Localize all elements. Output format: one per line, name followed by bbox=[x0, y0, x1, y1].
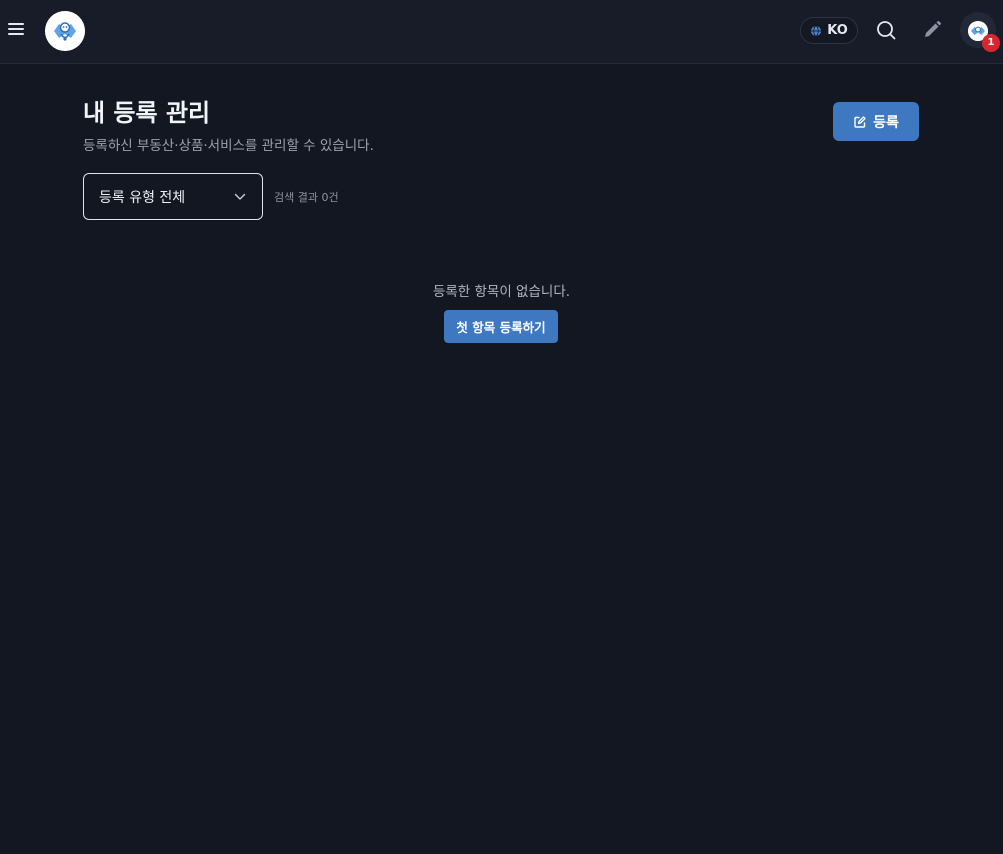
edit-icon bbox=[854, 115, 866, 128]
language-label: KO bbox=[827, 23, 848, 38]
chevron-down-icon bbox=[234, 193, 246, 200]
search-icon[interactable] bbox=[874, 18, 898, 42]
registration-type-select[interactable]: 등록 유형 전체 bbox=[83, 173, 263, 220]
result-count: 검색 결과 0건 bbox=[274, 191, 339, 204]
page-title: 내 등록 관리 bbox=[83, 99, 211, 127]
language-selector[interactable]: KO bbox=[800, 17, 858, 44]
top-bar: KO 1 bbox=[0, 0, 1003, 64]
empty-state-message: 등록한 항목이 없습니다. bbox=[432, 284, 571, 300]
register-button[interactable]: 등록 bbox=[833, 102, 919, 141]
page-subtitle: 등록하신 부동산·상품·서비스를 관리할 수 있습니다. bbox=[83, 138, 374, 154]
globe-icon bbox=[811, 25, 822, 36]
logo-icon[interactable] bbox=[45, 11, 85, 51]
menu-icon[interactable] bbox=[6, 18, 28, 40]
pencil-icon[interactable] bbox=[920, 18, 944, 42]
profile-button[interactable]: 1 bbox=[960, 12, 1000, 52]
registration-type-value: 등록 유형 전체 bbox=[99, 189, 186, 206]
notification-badge: 1 bbox=[982, 34, 1000, 52]
first-item-register-button[interactable]: 첫 항목 등록하기 bbox=[444, 310, 558, 343]
register-button-label: 등록 bbox=[873, 114, 899, 131]
